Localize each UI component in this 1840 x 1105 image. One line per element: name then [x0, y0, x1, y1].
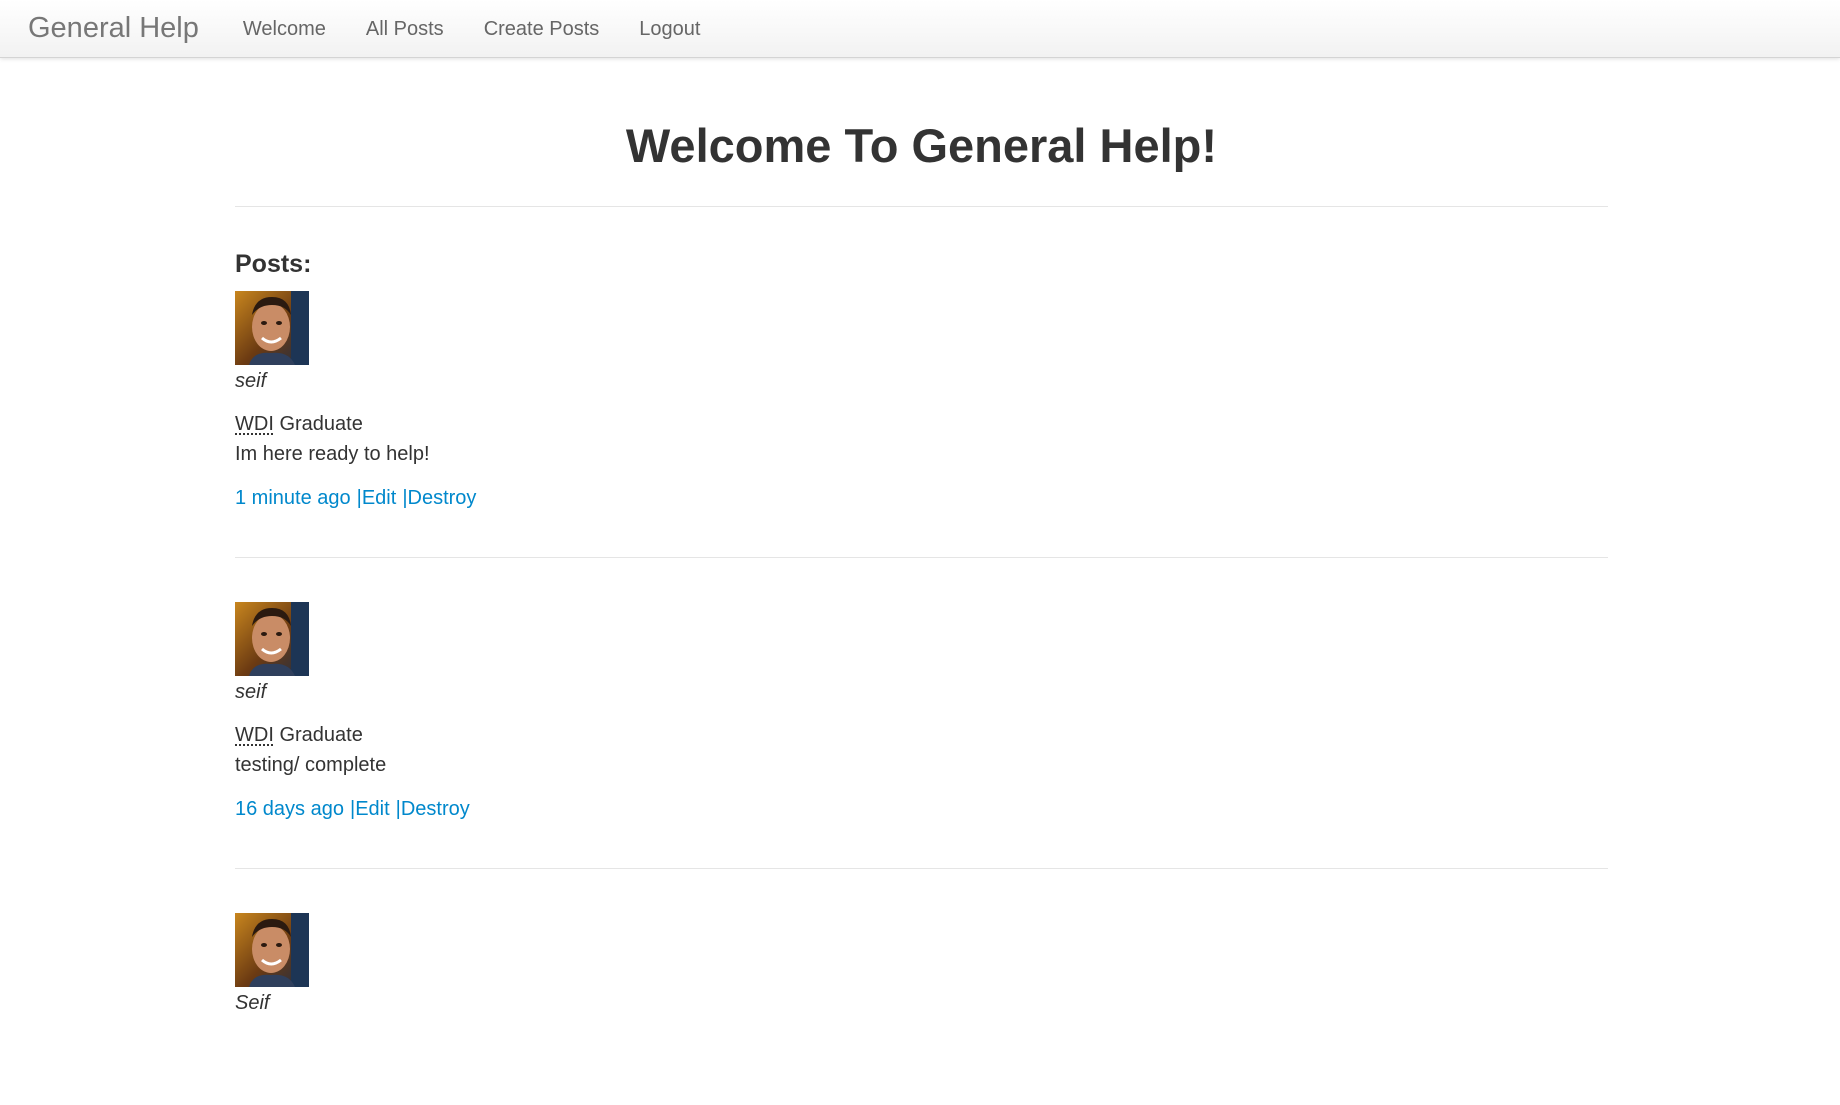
post-meta: 1 minute ago |Edit |Destroy [235, 483, 1608, 513]
post-meta: 16 days ago |Edit |Destroy [235, 794, 1608, 824]
page-title: Welcome To General Help! [235, 58, 1608, 207]
post-item: Seif [235, 913, 1608, 1061]
brand-link[interactable]: General Help [28, 12, 199, 45]
nav-welcome[interactable]: Welcome [223, 0, 346, 58]
navbar: General Help Welcome All Posts Create Po… [0, 0, 1840, 58]
nav-create-posts[interactable]: Create Posts [464, 0, 620, 58]
post-org: WDI Graduate [235, 720, 1608, 750]
nav-logout[interactable]: Logout [619, 0, 720, 58]
separator: | [402, 487, 408, 509]
post-author: Seif [235, 992, 270, 1014]
post-body: testing/ complete [235, 754, 387, 776]
posts-heading: Posts: [235, 250, 312, 278]
post-body: Im here ready to help! [235, 443, 430, 465]
separator: | [356, 487, 362, 509]
separator: | [395, 798, 401, 820]
post-author: seif [235, 681, 267, 703]
post-author: seif [235, 370, 267, 392]
post-org: WDI Graduate [235, 409, 1608, 439]
nav-all-posts[interactable]: All Posts [346, 0, 464, 58]
main-container: Welcome To General Help! Posts: seif WDI… [235, 58, 1608, 1105]
post-timestamp-link[interactable]: 1 minute ago [235, 487, 351, 509]
edit-link[interactable]: Edit [362, 487, 396, 509]
destroy-link[interactable]: Destroy [401, 798, 470, 820]
org-rest: Graduate [273, 724, 363, 746]
edit-link[interactable]: Edit [355, 798, 389, 820]
org-abbr: WDI [235, 413, 274, 435]
avatar [235, 291, 309, 365]
post-timestamp-link[interactable]: 16 days ago [235, 798, 344, 820]
post-item: seif WDI Graduate testing/ complete 16 d… [235, 602, 1608, 869]
org-abbr: WDI [235, 724, 274, 746]
avatar [235, 913, 309, 987]
avatar [235, 602, 309, 676]
separator: | [349, 798, 356, 820]
post-item: seif WDI Graduate Im here ready to help!… [235, 291, 1608, 558]
org-rest: Graduate [273, 413, 363, 435]
destroy-link[interactable]: Destroy [408, 487, 477, 509]
